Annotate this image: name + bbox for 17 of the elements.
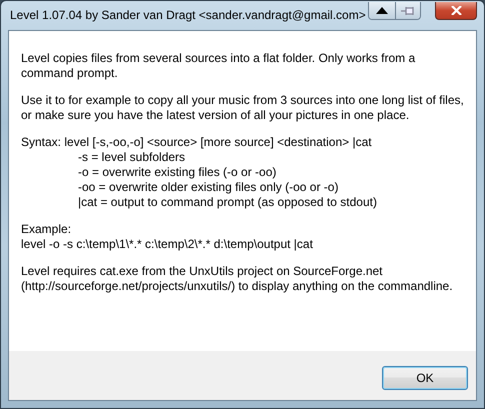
example-command: level -o -s c:\temp\1\*.* c:\temp\2\*.* d:\temp\output |cat: [21, 237, 314, 252]
option-line: -o = overwrite existing files (-o or -oo): [77, 165, 278, 180]
option-line: |cat = output to command prompt (as opposed to stdout): [77, 195, 378, 210]
roll-up-button[interactable]: [369, 2, 396, 19]
paragraph: Level copies files from several sources into a flat folder. Only works from a command prompt.: [21, 51, 416, 81]
example-label: Example:: [21, 222, 72, 237]
window-title: Level 1.07.04 by Sander van Dragt <sander.vandragt@gmail.com>: [9, 7, 367, 22]
triangle-icon: [376, 7, 388, 14]
paragraph: Level requires cat.exe from the UnxUtils project on SourceForge.net (http://sourceforge.net/projects/unxutils/) to display anything on the commandline.: [21, 264, 454, 294]
option-line: -oo = overwrite older existing files only (-oo or -o): [77, 180, 340, 195]
close-button[interactable]: [435, 2, 477, 20]
ok-button[interactable]: OK: [382, 366, 468, 390]
pin-icon: [401, 6, 415, 16]
close-icon: [450, 6, 462, 15]
syntax-line: Syntax: level [-s,-oo,-o] <source> [more source] <destination> |cat: [21, 135, 373, 150]
option-line: -s = level subfolders: [77, 150, 186, 165]
paragraph: Use it to for example to copy all your music from 3 sources into one long list of files, or make sure you have the latest version of all your pictures in one place.: [21, 93, 464, 123]
